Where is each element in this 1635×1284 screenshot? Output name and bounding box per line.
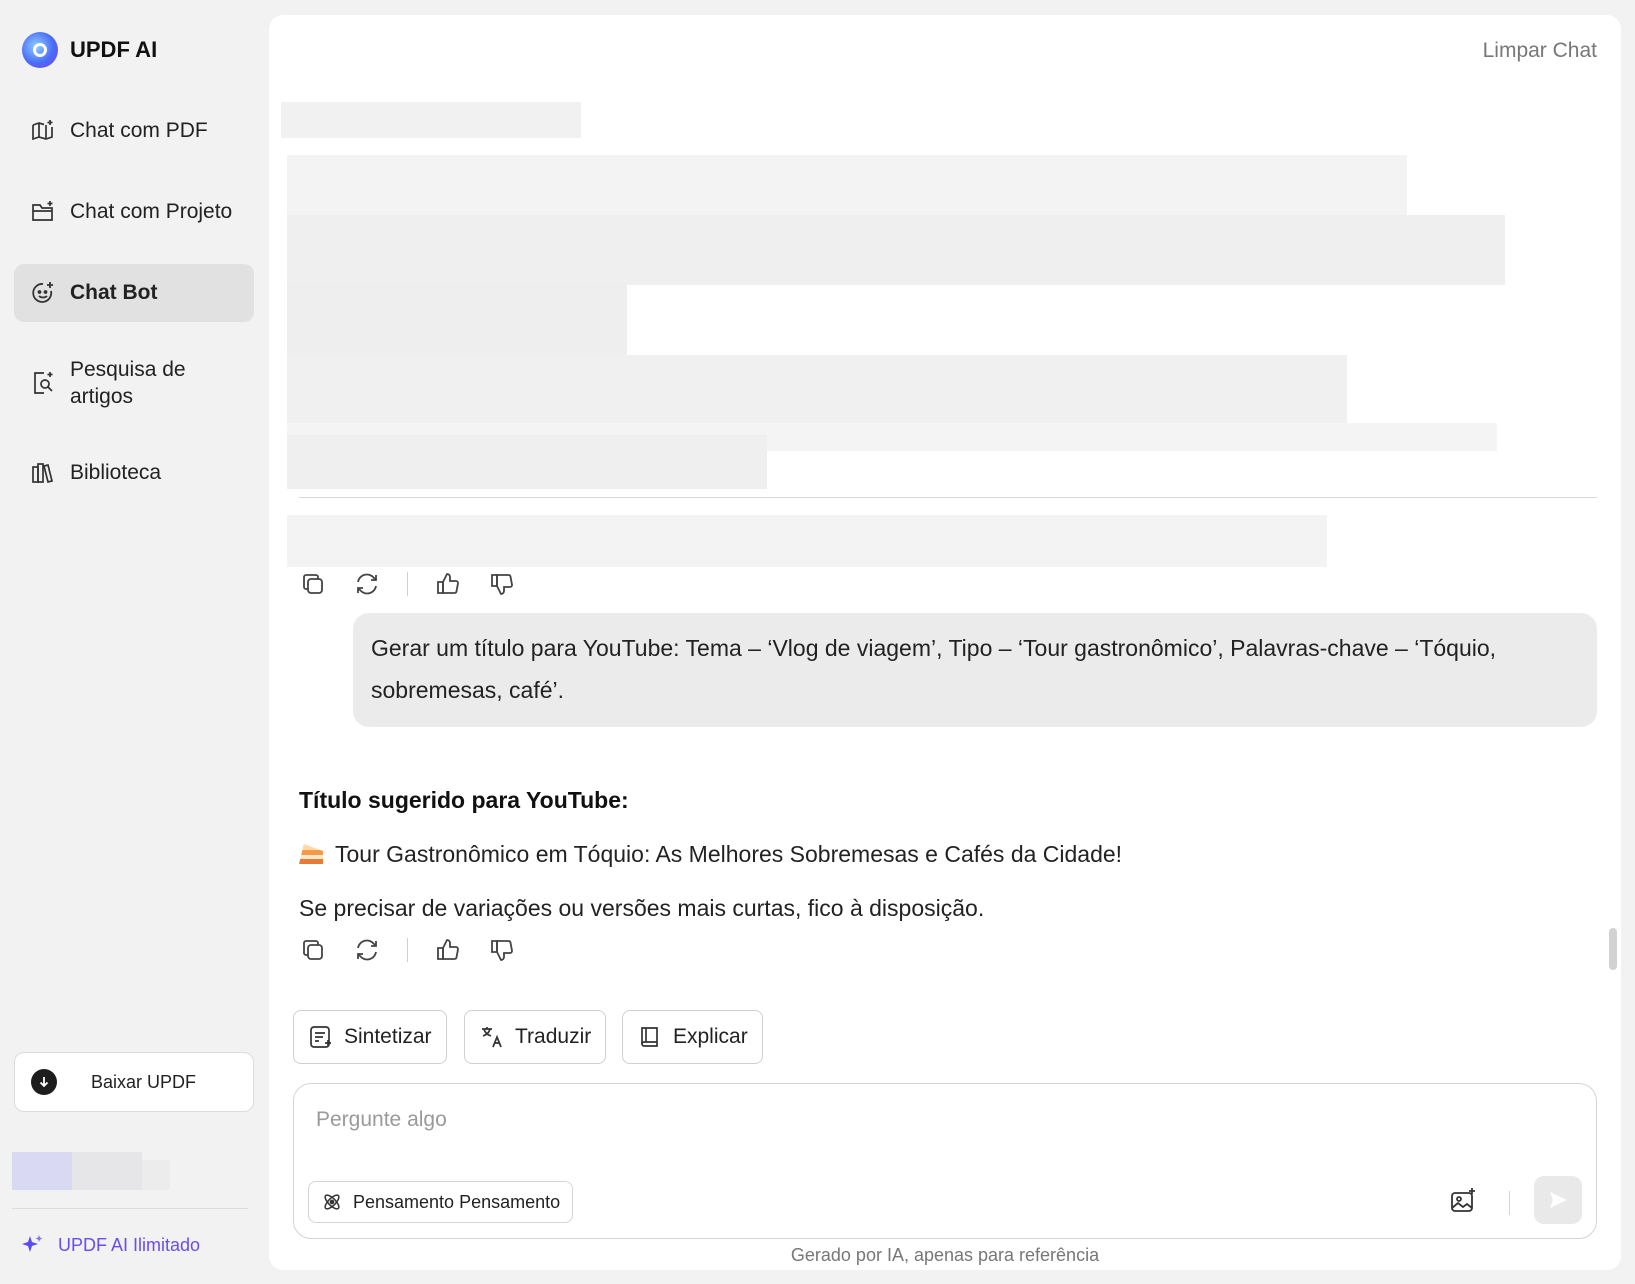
copy-icon[interactable] <box>299 570 327 598</box>
sidebar-item-chat-com-pdf[interactable]: Chat com PDF <box>14 102 254 160</box>
download-label: Baixar UPDF <box>91 1071 197 1092</box>
doc-search-icon <box>30 370 56 396</box>
bot-face-icon <box>30 280 56 306</box>
reply-heading: Título sugerido para YouTube: <box>299 787 629 813</box>
thinking-toggle[interactable]: Pensamento Pensamento <box>308 1181 574 1223</box>
user-message-bubble: Gerar um título para YouTube: Tema – ‘Vl… <box>353 613 1597 727</box>
thumbs-down-icon[interactable] <box>488 936 516 964</box>
send-icon <box>1550 1192 1567 1208</box>
explain-label: Explicar <box>673 1025 748 1048</box>
brand-name: UPDF AI <box>70 37 158 62</box>
explain-button[interactable]: Explicar <box>622 1010 763 1064</box>
sidebar: UPDF AI Chat com PDF Chat com Projeto Ch… <box>0 0 266 1284</box>
atom-icon <box>324 1194 340 1210</box>
sidebar-item-chat-bot[interactable]: Chat Bot <box>14 264 254 322</box>
download-updf-button[interactable]: Baixar UPDF <box>14 1052 254 1112</box>
book-sparkle-icon <box>30 118 56 144</box>
translate-button[interactable]: Traduzir <box>464 1010 607 1064</box>
scrollbar-thumb[interactable] <box>1609 928 1617 970</box>
folder-sparkle-icon <box>30 199 56 225</box>
regenerate-icon[interactable] <box>353 936 381 964</box>
message-actions <box>299 570 516 598</box>
message-composer: Pensamento Pensamento <box>293 1083 1597 1239</box>
sidebar-item-label: Chat Bot <box>70 281 158 304</box>
avatar[interactable] <box>12 1150 170 1192</box>
sidebar-item-label: Pesquisa de artigos <box>70 358 186 408</box>
sidebar-item-chat-com-projeto[interactable]: Chat com Projeto <box>14 183 254 241</box>
cake-emoji-icon <box>299 844 323 864</box>
unlimited-label: UPDF AI Ilimitado <box>58 1234 201 1255</box>
brand[interactable]: UPDF AI <box>22 32 157 68</box>
summarize-button[interactable]: Sintetizar <box>293 1010 447 1064</box>
action-divider <box>407 938 408 962</box>
thinking-label: Pensamento Pensamento <box>353 1191 561 1212</box>
message-actions <box>299 936 516 964</box>
thumbs-down-icon[interactable] <box>488 570 516 598</box>
composer-divider <box>1509 1191 1510 1215</box>
message-divider <box>299 497 1597 498</box>
thumbs-up-icon[interactable] <box>434 936 462 964</box>
copy-icon[interactable] <box>299 936 327 964</box>
reply-suggestion-text: Tour Gastronômico em Tóquio: As Melhores… <box>335 841 1123 867</box>
thumbs-up-icon[interactable] <box>434 570 462 598</box>
updf-ai-logo-icon <box>22 32 58 68</box>
sidebar-item-label: Chat com Projeto <box>70 200 233 223</box>
library-icon <box>30 460 56 486</box>
translate-label: Traduzir <box>515 1025 592 1048</box>
sidebar-item-pesquisa-de-artigos[interactable]: Pesquisa de artigos <box>14 345 254 421</box>
sidebar-divider <box>12 1208 248 1209</box>
image-upload-icon[interactable] <box>1448 1186 1478 1216</box>
translate-icon <box>482 1027 502 1048</box>
sparkle-icon <box>22 1235 43 1252</box>
regenerate-icon[interactable] <box>353 570 381 598</box>
book-icon <box>641 1027 658 1047</box>
download-icon <box>31 1069 57 1095</box>
send-button[interactable] <box>1534 1176 1582 1224</box>
reply-suggestion: Tour Gastronômico em Tóquio: As Melhores… <box>299 841 1122 868</box>
message-input[interactable] <box>316 1102 1316 1138</box>
redacted-text-line <box>287 515 1327 567</box>
sidebar-item-label: Chat com PDF <box>70 119 208 142</box>
sidebar-nav: Chat com PDF Chat com Projeto Chat Bot P… <box>14 102 254 525</box>
summarize-label: Sintetizar <box>344 1025 432 1048</box>
summarize-icon <box>310 1026 331 1048</box>
ai-disclaimer: Gerado por IA, apenas para referência <box>790 1245 1100 1265</box>
sidebar-item-biblioteca[interactable]: Biblioteca <box>14 444 254 502</box>
upgrade-unlimited-link[interactable]: UPDF AI Ilimitado <box>20 1233 200 1257</box>
sidebar-item-label: Biblioteca <box>70 461 162 484</box>
reply-followup: Se precisar de variações ou versões mais… <box>299 895 985 921</box>
chat-panel: Limpar Chat Gerar um título para YouTube… <box>269 15 1621 1270</box>
action-divider <box>407 572 408 596</box>
clear-chat-button[interactable]: Limpar Chat <box>1483 39 1597 63</box>
